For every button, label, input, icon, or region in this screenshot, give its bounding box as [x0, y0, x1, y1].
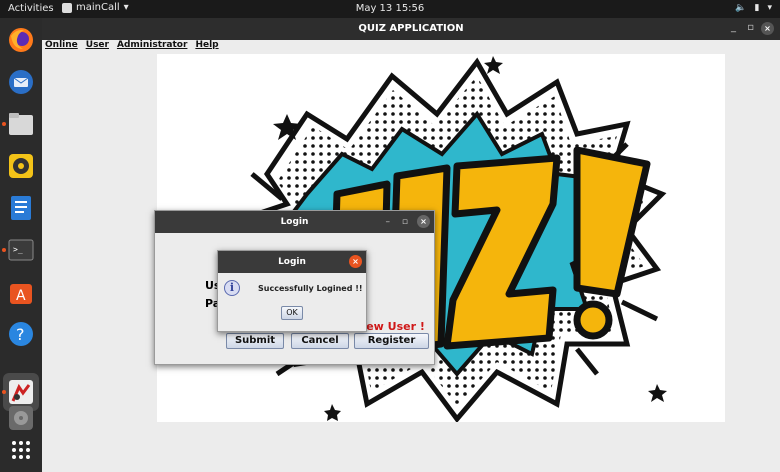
svg-text:A: A [16, 288, 26, 304]
volume-icon: 🔈 [735, 3, 747, 13]
window-title: QUIZ APPLICATION [358, 23, 464, 34]
top-bar: Activities mainCall ▾ May 13 15:56 🔈 ▮ ▾ [0, 0, 780, 18]
login-dialog-titlebar[interactable]: Login – ▫ × [155, 211, 434, 233]
menu-help[interactable]: Help [195, 40, 218, 54]
close-button[interactable]: × [349, 255, 362, 268]
ok-button[interactable]: OK [281, 306, 303, 320]
menu-online[interactable]: Online [45, 40, 78, 54]
rhythmbox-icon[interactable] [7, 152, 35, 180]
firefox-icon[interactable] [7, 26, 35, 54]
terminal-icon[interactable]: >_ [7, 236, 35, 264]
battery-icon: ▮ [754, 3, 760, 13]
thunderbird-icon[interactable] [7, 68, 35, 96]
writer-icon[interactable] [7, 194, 35, 222]
menu-administrator[interactable]: Administrator [117, 40, 187, 54]
chevron-down-icon: ▾ [767, 3, 772, 13]
window-titlebar[interactable]: QUIZ APPLICATION _ ▫ × [42, 18, 780, 40]
java-icon[interactable] [7, 378, 35, 406]
maximize-button[interactable]: ▫ [402, 211, 408, 233]
menu-bar: Online User Administrator Help [42, 40, 219, 54]
minimize-button[interactable]: – [386, 211, 391, 233]
svg-text:>_: >_ [13, 245, 23, 254]
system-tray[interactable]: 🔈 ▮ ▾ [735, 3, 772, 13]
menu-user[interactable]: User [86, 40, 109, 54]
minimize-button[interactable]: _ [731, 22, 736, 33]
apps-grid-icon[interactable] [7, 436, 35, 464]
new-user-link[interactable]: New User ! [357, 320, 425, 333]
maximize-button[interactable]: ▫ [747, 22, 754, 33]
info-icon: i [224, 280, 240, 296]
message-dialog-titlebar[interactable]: Login × [218, 251, 366, 273]
clock[interactable]: May 13 15:56 [0, 3, 780, 14]
disc-icon[interactable] [7, 404, 35, 432]
cancel-button[interactable]: Cancel [291, 333, 349, 349]
help-icon[interactable]: ? [7, 320, 35, 348]
dock: >_ A ? [0, 18, 42, 472]
login-dialog-title: Login [280, 217, 309, 227]
message-text: Successfully Logined !! [258, 284, 363, 293]
submit-button[interactable]: Submit [226, 333, 284, 349]
app-body: Online User Administrator Help Login – ▫… [42, 40, 780, 472]
svg-text:?: ? [16, 325, 25, 344]
register-button[interactable]: Register [354, 333, 429, 349]
message-dialog: Login × i Successfully Logined !! OK [217, 250, 367, 332]
message-dialog-title: Login [278, 257, 306, 267]
close-button[interactable]: × [417, 215, 430, 228]
software-icon[interactable]: A [7, 278, 35, 306]
close-button[interactable]: × [761, 22, 774, 35]
files-icon[interactable] [7, 110, 35, 138]
